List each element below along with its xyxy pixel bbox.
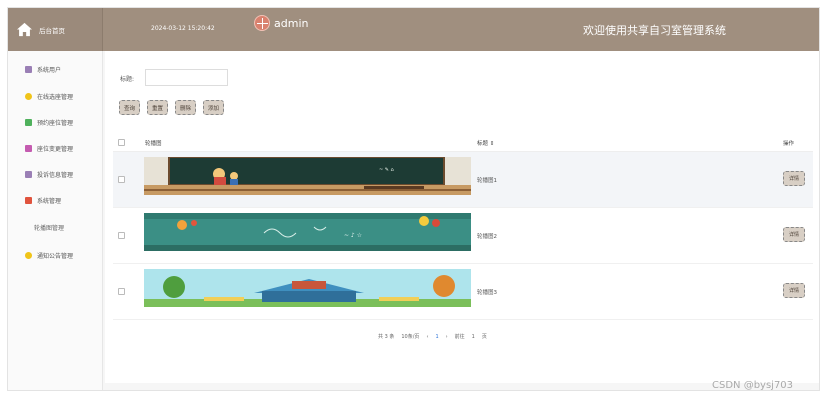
sidebar-item-complaints[interactable]: 投诉信息管理 (25, 170, 73, 179)
doc-icon (25, 145, 32, 152)
carousel-table: 轮播图 标题 ⇕ 操作 ~ ✎ ⌂ 轮播图1 详情 ~ ♪ ☆ 轮播图2 详情 … (113, 132, 813, 320)
add-button[interactable]: 添加 (203, 100, 225, 115)
details-button[interactable]: 详情 (783, 283, 805, 298)
row-title: 轮播图2 (477, 234, 497, 240)
table-row: ~ ✎ ⌂ 轮播图1 详情 (113, 152, 813, 208)
page-size-select[interactable]: 10条/页 (401, 333, 419, 340)
goto-suffix: 页 (481, 334, 487, 340)
sidebar-item-notices[interactable]: 通知公告管理 (25, 251, 73, 260)
current-datetime: 2024-03-12 15:20:42 (151, 25, 215, 32)
sidebar-item-seat-selection[interactable]: 在线选座管理 (25, 92, 73, 101)
table-row: ~ ♪ ☆ 轮播图2 详情 (113, 208, 813, 264)
goto-page-input[interactable]: 1 (472, 334, 475, 340)
username: admin (274, 16, 309, 30)
svg-text:~ ✎ ⌂: ~ ✎ ⌂ (379, 167, 394, 173)
sidebar-item-system[interactable]: 系统管理 (25, 196, 61, 205)
query-button[interactable]: 查询 (119, 100, 141, 115)
watermark: CSDN @bysj703 (712, 380, 794, 391)
sidebar-item-label: 投诉信息管理 (37, 172, 74, 179)
sidebar-item-label: 在线选座管理 (37, 94, 74, 101)
row-title: 轮播图1 (477, 178, 497, 184)
details-button[interactable]: 详情 (783, 171, 805, 186)
column-header-image: 轮播图 (145, 141, 162, 147)
carousel-image (144, 269, 471, 307)
home-icon (17, 22, 32, 37)
sidebar-item-seat-change[interactable]: 座位变更管理 (25, 144, 73, 153)
circle-icon (25, 252, 32, 259)
user-menu[interactable]: admin (254, 15, 308, 31)
sidebar-item-label: 系统管理 (37, 198, 62, 205)
chat-icon (25, 119, 32, 126)
search-label: 标题: (120, 76, 135, 83)
system-title: 欢迎使用共享自习室管理系统 (583, 24, 726, 37)
sidebar-item-label: 通知公告管理 (37, 253, 74, 260)
pagination: 共 3 条 10条/页 ‹ 1 › 前往 1 页 (378, 333, 494, 341)
top-header: 后台首页 2024-03-12 15:20:42 admin 欢迎使用共享自习室… (8, 8, 819, 51)
row-checkbox[interactable] (118, 176, 125, 183)
app-frame: 后台首页 2024-03-12 15:20:42 admin 欢迎使用共享自习室… (7, 7, 820, 391)
svg-text:~ ♪ ☆: ~ ♪ ☆ (344, 232, 362, 239)
sidebar-subitem-carousel[interactable]: 轮播图管理 (34, 223, 64, 232)
column-header-title[interactable]: 标题 ⇕ (477, 139, 494, 147)
row-title: 轮播图3 (477, 290, 497, 296)
select-all-checkbox[interactable] (118, 139, 125, 146)
total-count: 共 3 条 (378, 334, 395, 340)
avatar (254, 15, 270, 31)
next-page-button[interactable]: › (446, 334, 448, 340)
goto-label: 前往 (454, 334, 465, 340)
main-content: 标题: 查询 重置 删除 添加 轮播图 标题 ⇕ 操作 ~ ✎ ⌂ 轮播图1 详… (105, 51, 819, 383)
carousel-image: ~ ✎ ⌂ (144, 157, 471, 195)
sidebar-item-users[interactable]: 系统用户 (25, 65, 61, 74)
grid-icon (25, 197, 32, 204)
delete-button[interactable]: 删除 (175, 100, 197, 115)
prev-page-button[interactable]: ‹ (426, 334, 428, 340)
sidebar-item-label: 系统用户 (37, 67, 62, 74)
carousel-image: ~ ♪ ☆ (144, 213, 471, 251)
column-header-actions: 操作 (783, 141, 795, 147)
reset-button[interactable]: 重置 (147, 100, 169, 115)
sidebar-item-reservations[interactable]: 预约座位管理 (25, 118, 73, 127)
brand-label: 后台首页 (39, 26, 65, 35)
title-search-input[interactable] (145, 69, 228, 86)
page-number[interactable]: 1 (435, 334, 438, 340)
row-checkbox[interactable] (118, 232, 125, 239)
sidebar: 系统用户 在线选座管理 预约座位管理 座位变更管理 投诉信息管理 系统管理 轮播… (8, 51, 103, 390)
row-checkbox[interactable] (118, 288, 125, 295)
user-icon (25, 66, 32, 73)
table-header: 轮播图 标题 ⇕ 操作 (113, 132, 813, 152)
circle-icon (25, 93, 32, 100)
table-row: 轮播图3 详情 (113, 264, 813, 320)
sidebar-item-label: 预约座位管理 (37, 120, 74, 127)
home-link[interactable]: 后台首页 (8, 8, 103, 51)
user-icon (25, 171, 32, 178)
details-button[interactable]: 详情 (783, 227, 805, 242)
sidebar-item-label: 座位变更管理 (37, 146, 74, 153)
